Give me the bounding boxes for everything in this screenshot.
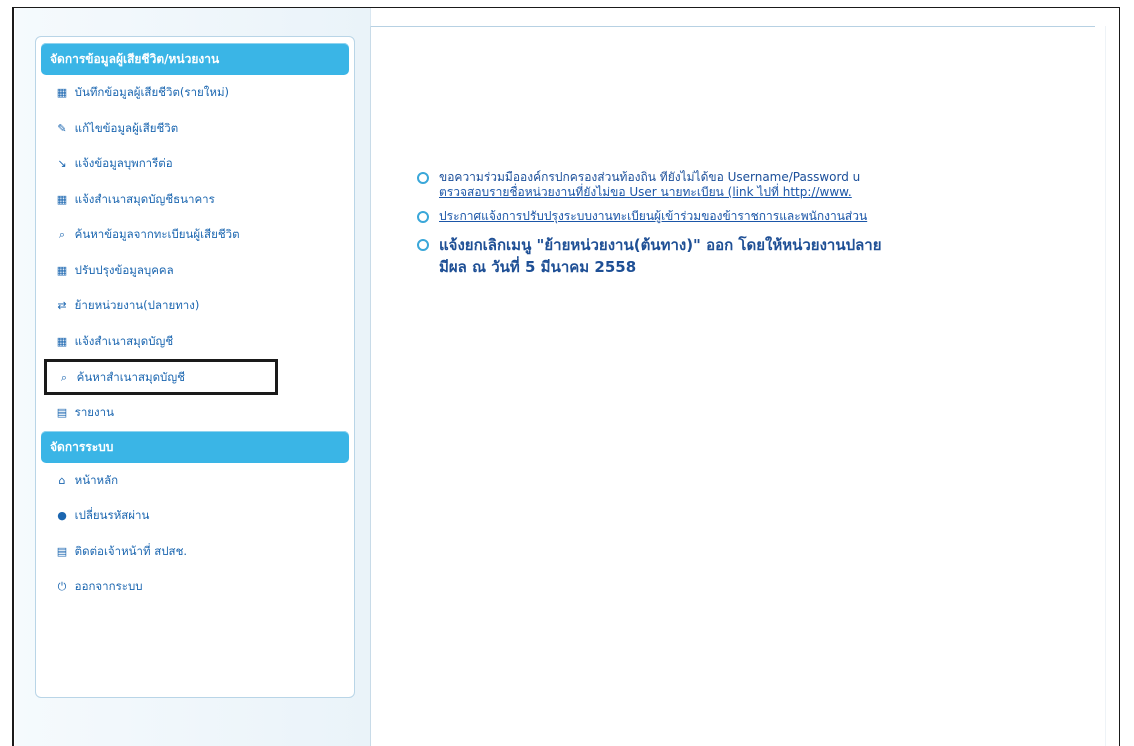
power-icon: ⏻ bbox=[57, 580, 67, 593]
app-window: จัดการข้อมูลผู้เสียชีวิต/หน่วยงาน ▦ บันท… bbox=[15, 8, 1106, 746]
menu-item-report[interactable]: ▤ รายงาน bbox=[41, 395, 349, 431]
circle-bullet-icon bbox=[417, 239, 429, 251]
announcement-text: ขอความร่วมมือองค์กรปกครองส่วนท้องถิ่น ที… bbox=[439, 170, 861, 184]
menu-item-label: ปรับปรุงข้อมูลบุคคล bbox=[74, 262, 174, 277]
menu-item-search-bank-book[interactable]: ⌕ ค้นหาสำเนาสมุดบัญชี bbox=[44, 359, 278, 395]
announcement-list: ขอความร่วมมือองค์กรปกครองส่วนท้องถิ่น ที… bbox=[417, 170, 1107, 278]
book-icon: ▦ bbox=[56, 263, 68, 277]
content-divider bbox=[370, 26, 371, 746]
menu-item-label: แก้ไขข้อมูลผู้เสียชีวิต bbox=[74, 120, 179, 135]
announcement-item[interactable]: ประกาศแจ้งการปรับปรุงระบบงานทะเบียนผู้เข… bbox=[417, 209, 1107, 224]
menu-item-label: แจ้งสำเนาสมุดบัญชี bbox=[74, 333, 174, 348]
menu-item-change-password[interactable]: ● เปลี่ยนรหัสผ่าน bbox=[41, 498, 349, 534]
section-header-data-management: จัดการข้อมูลผู้เสียชีวิต/หน่วยงาน bbox=[41, 43, 349, 75]
circle-bullet-icon bbox=[417, 211, 429, 223]
announcement-link[interactable]: ตรวจสอบรายชื่อหน่วยงานที่ยังไม่ขอ User น… bbox=[439, 185, 1107, 200]
menu-item-label: ค้นหาสำเนาสมุดบัญชี bbox=[76, 370, 185, 384]
menu-item-report-parents[interactable]: ↘ แจ้งข้อมูลบุพการีต่อ bbox=[41, 146, 349, 182]
search-icon: ⌕ bbox=[60, 371, 68, 384]
content-top-border bbox=[371, 26, 1095, 27]
announcement-link-text: ตรวจสอบรายชื่อหน่วยงานที่ยังไม่ขอ User น… bbox=[439, 185, 779, 199]
lock-icon: ● bbox=[57, 509, 67, 522]
announcement-item[interactable]: ขอความร่วมมือองค์กรปกครองส่วนท้องถิ่น ที… bbox=[417, 170, 1107, 200]
menu-item-transfer-agency[interactable]: ⇄ ย้ายหน่วยงาน(ปลายทาง) bbox=[41, 288, 349, 324]
menu-item-edit-deceased[interactable]: ✎ แก้ไขข้อมูลผู้เสียชีวิต bbox=[41, 111, 349, 147]
menu-item-bank-book-copy[interactable]: ▦ แจ้งสำเนาสมุดบัญชีธนาคาร bbox=[41, 182, 349, 218]
transfer-icon: ⇄ bbox=[57, 299, 67, 312]
announcement-item: แจ้งยกเลิกเมนู "ย้ายหน่วยงาน(ต้นทาง)" ออ… bbox=[417, 234, 1107, 278]
menu-item-label: ค้นหาข้อมูลจากทะเบียนผู้เสียชีวิต bbox=[74, 227, 240, 241]
menu-item-label: ติดต่อเจ้าหน้าที่ สปสช. bbox=[74, 543, 188, 558]
menu-item-contact-staff[interactable]: ▤ ติดต่อเจ้าหน้าที่ สปสช. bbox=[41, 534, 349, 570]
frame-left-line bbox=[12, 7, 14, 746]
menu-item-record-new-deceased[interactable]: ▦ บันทึกข้อมูลผู้เสียชีวิต(รายใหม่) bbox=[41, 75, 349, 111]
section-header-system: จัดการระบบ bbox=[41, 430, 349, 463]
book-icon: ▦ bbox=[56, 86, 68, 99]
announcement-url[interactable]: http://www. bbox=[783, 185, 852, 199]
calendar-icon: ▤ bbox=[56, 544, 68, 558]
arrow-icon: ↘ bbox=[57, 157, 67, 170]
menu-item-label: ออกจากระบบ bbox=[74, 579, 143, 593]
menu-item-home[interactable]: ⌂ หน้าหลัก bbox=[41, 463, 349, 499]
book-icon: ▦ bbox=[56, 192, 68, 206]
announcement-text: มีผล ณ วันที่ 5 มีนาคม 2558 bbox=[439, 258, 637, 276]
menu-item-update-person[interactable]: ▦ ปรับปรุงข้อมูลบุคคล bbox=[41, 253, 349, 289]
pencil-icon: ✎ bbox=[57, 121, 67, 135]
calendar-icon: ▤ bbox=[56, 406, 68, 419]
book-icon: ▦ bbox=[56, 334, 68, 348]
sidebar-menu: จัดการข้อมูลผู้เสียชีวิต/หน่วยงาน ▦ บันท… bbox=[35, 36, 355, 698]
menu-item-label: หน้าหลัก bbox=[74, 472, 119, 487]
search-icon: ⌕ bbox=[58, 228, 66, 241]
menu-item-label: แจ้งข้อมูลบุพการีต่อ bbox=[74, 156, 173, 170]
menu-item-logout[interactable]: ⏻ ออกจากระบบ bbox=[41, 569, 349, 605]
home-icon: ⌂ bbox=[58, 473, 66, 487]
frame-right-line bbox=[1119, 7, 1120, 746]
menu-item-search-deceased-registry[interactable]: ⌕ ค้นหาข้อมูลจากทะเบียนผู้เสียชีวิต bbox=[41, 217, 349, 253]
announcement-link[interactable]: ประกาศแจ้งการปรับปรุงระบบงานทะเบียนผู้เข… bbox=[439, 209, 1107, 224]
menu-item-label: บันทึกข้อมูลผู้เสียชีวิต(รายใหม่) bbox=[74, 85, 230, 99]
content-right-border bbox=[1105, 26, 1106, 746]
circle-bullet-icon bbox=[417, 172, 429, 184]
menu-item-report-bank-book[interactable]: ▦ แจ้งสำเนาสมุดบัญชี bbox=[41, 324, 349, 360]
menu-item-label: ย้ายหน่วยงาน(ปลายทาง) bbox=[74, 298, 200, 312]
announcement-text: แจ้งยกเลิกเมนู "ย้ายหน่วยงาน(ต้นทาง)" ออ… bbox=[439, 236, 882, 254]
menu-item-label: รายงาน bbox=[74, 405, 114, 419]
menu-item-label: เปลี่ยนรหัสผ่าน bbox=[74, 508, 150, 522]
menu-item-label: แจ้งสำเนาสมุดบัญชีธนาคาร bbox=[74, 191, 215, 206]
